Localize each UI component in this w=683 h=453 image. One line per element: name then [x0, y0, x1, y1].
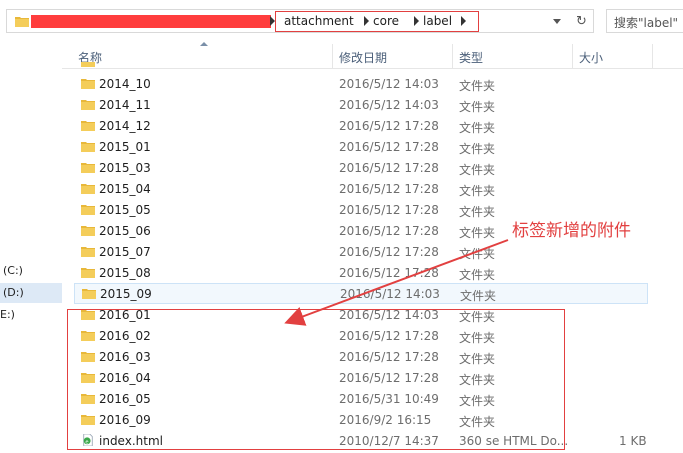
file-name: 2015_09 [100, 287, 152, 301]
column-modified[interactable]: 修改日期 [339, 49, 387, 66]
file-modified-date: 2016/5/12 17:28 [339, 161, 439, 175]
annotation-callout: 标签新增的附件 [512, 221, 631, 241]
file-row[interactable]: 2014_10 2016/5/12 14:03 文件夹 [62, 73, 683, 94]
breadcrumb-highlight-box [275, 11, 479, 32]
file-name: 2015_08 [99, 266, 151, 280]
refresh-icon[interactable]: ↻ [576, 14, 587, 29]
file-type: 文件夹 [459, 184, 496, 198]
file-row[interactable]: 2015_01 2016/5/12 17:28 文件夹 [62, 136, 683, 157]
file-row[interactable]: 2015_04 2016/5/12 17:28 文件夹 [62, 178, 683, 199]
folder-icon [81, 184, 95, 194]
file-row[interactable]: 2015_03 2016/5/12 17:28 文件夹 [62, 157, 683, 178]
file-modified-date: 2016/5/12 17:28 [339, 119, 439, 133]
redacted-path [31, 15, 271, 28]
folder-icon [81, 226, 95, 236]
file-name: 2015_03 [99, 161, 151, 175]
file-size: 1 KB [619, 434, 647, 448]
file-name: 2014_10 [99, 77, 151, 91]
file-name: 2015_04 [99, 182, 151, 196]
file-type: 文件夹 [459, 142, 496, 156]
search-placeholder: 搜索"label" [614, 16, 679, 30]
folder-icon [81, 163, 95, 173]
file-row[interactable]: 2014_11 2016/5/12 14:03 文件夹 [62, 94, 683, 115]
file-modified-date: 2016/5/12 17:28 [339, 203, 439, 217]
file-name: 2015_06 [99, 224, 151, 238]
navigation-pane: (C:) (D:) E:) [0, 42, 62, 453]
column-divider[interactable] [652, 44, 653, 68]
file-modified-date: 2016/5/12 14:03 [339, 98, 439, 112]
file-modified-date: 2016/5/12 17:28 [339, 182, 439, 196]
folder-icon [15, 17, 29, 27]
folder-icon [81, 79, 95, 89]
drive-d[interactable]: (D:) [0, 283, 62, 303]
file-type: 文件夹 [459, 121, 496, 135]
column-type[interactable]: 类型 [459, 49, 483, 66]
file-name: 2015_05 [99, 203, 151, 217]
drive-c[interactable]: (C:) [3, 264, 23, 277]
toolbar: attachment core label ↻ 搜索"label" [0, 0, 683, 42]
file-name: 2015_07 [99, 245, 151, 259]
annotation-arrow [284, 239, 509, 326]
folder-icon [82, 289, 96, 299]
file-type: 文件夹 [459, 100, 496, 114]
folder-icon [81, 121, 95, 131]
column-divider[interactable] [452, 44, 453, 68]
column-divider[interactable] [332, 44, 333, 68]
file-name: 2015_01 [99, 140, 151, 154]
folder-icon [81, 205, 95, 215]
drive-e[interactable]: E:) [0, 308, 15, 321]
folder-icon [81, 247, 95, 257]
file-name: 2014_12 [99, 119, 151, 133]
folder-icon [81, 268, 95, 278]
chevron-down-icon[interactable] [553, 19, 561, 24]
file-type: 文件夹 [459, 205, 496, 219]
folder-icon [81, 142, 95, 152]
file-type: 文件夹 [459, 163, 496, 177]
column-divider[interactable] [572, 44, 573, 68]
file-name: 2014_11 [99, 98, 151, 112]
file-modified-date: 2016/5/12 17:28 [339, 140, 439, 154]
folder-icon [81, 62, 95, 67]
file-row[interactable]: 2014_12 2016/5/12 17:28 文件夹 [62, 115, 683, 136]
file-type: 文件夹 [459, 79, 496, 93]
column-size[interactable]: 大小 [579, 49, 603, 66]
folder-icon [81, 100, 95, 110]
search-input[interactable]: 搜索"label" [606, 9, 683, 33]
file-modified-date: 2016/5/12 14:03 [339, 77, 439, 91]
sort-ascending-icon [200, 42, 208, 46]
